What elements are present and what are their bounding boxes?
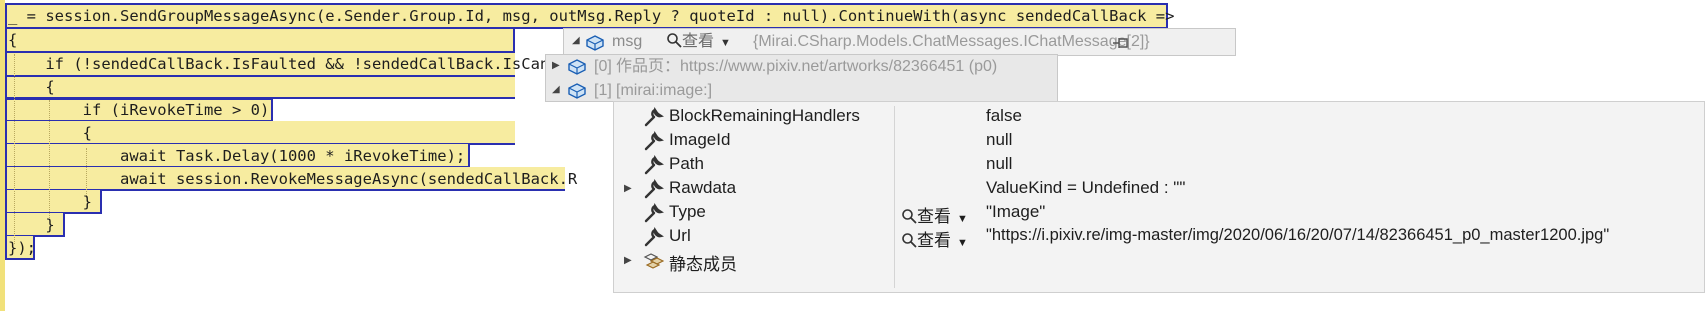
chevron-down-icon[interactable]: ▼ — [957, 237, 968, 249]
magnifier-icon — [667, 33, 682, 48]
view-button[interactable]: 查看 ▼ — [901, 226, 968, 251]
datatip-item[interactable]: ◢ [1] [mirai:image:] — [546, 79, 1059, 103]
wrench-icon — [644, 179, 664, 199]
chevron-down-icon[interactable]: ▼ — [720, 37, 731, 49]
property-name: ImageId — [669, 130, 731, 149]
code-line[interactable]: }); — [8, 236, 36, 260]
property-value[interactable]: ValueKind = Undefined : "" — [986, 178, 1185, 198]
datatip-children: ▶ [0] 作品页：https://www.pixiv.net/artworks… — [545, 54, 1058, 102]
item-index: [0] — [594, 58, 612, 75]
collapse-triangle-icon[interactable]: ◢ — [552, 84, 560, 95]
pin-icon[interactable] — [1112, 35, 1130, 51]
wrench-icon — [644, 155, 664, 175]
property-value[interactable]: "https://i.pixiv.re/img-master/img/2020/… — [986, 226, 1609, 245]
code-line[interactable]: if (!sendedCallBack.IsFaulted && !sended… — [8, 52, 549, 76]
expand-triangle-icon[interactable]: ▶ — [624, 255, 632, 266]
magnifier-icon — [902, 209, 917, 224]
code-line[interactable]: { — [8, 75, 54, 99]
property-value[interactable]: "Image" — [986, 202, 1045, 222]
datatip-item[interactable]: ▶ [0] 作品页：https://www.pixiv.net/artworks… — [546, 55, 1059, 79]
property-name: Url — [669, 226, 691, 245]
property-name: Type — [669, 202, 706, 221]
field-cube-icon — [568, 83, 586, 99]
expand-triangle-icon[interactable]: ▶ — [624, 183, 632, 194]
highlight-line-4 — [5, 77, 515, 99]
datatip-header: ◢ msg 查看 ▼ {Mirai.CSharp.Models.ChatMessa… — [563, 28, 1236, 56]
magnifier-icon — [902, 233, 917, 248]
property-name: BlockRemainingHandlers — [669, 106, 860, 125]
properties-panel: BlockRemainingHandlers false ImageId nul… — [613, 101, 1705, 293]
view-button[interactable]: 查看 ▼ — [901, 202, 968, 227]
highlight-line-2 — [5, 29, 515, 53]
wrench-icon — [644, 227, 664, 247]
code-line[interactable]: { — [8, 28, 17, 52]
view-label: 查看 — [682, 33, 715, 50]
chevron-down-icon[interactable]: ▼ — [957, 213, 968, 225]
code-line[interactable]: if (iRevokeTime > 0) — [8, 98, 270, 122]
view-label: 查看 — [917, 231, 951, 250]
item-index: [1] — [594, 82, 612, 99]
view-button[interactable]: 查看 ▼ — [666, 29, 731, 55]
code-line[interactable]: { — [8, 121, 92, 145]
datatip-type-value: {Mirai.CSharp.Models.ChatMessages.IChatM… — [753, 33, 1150, 50]
expand-triangle-icon[interactable]: ▶ — [552, 60, 560, 71]
datatip-variable-name: msg — [612, 33, 643, 50]
wrench-icon — [644, 203, 664, 223]
static-members-label[interactable]: 静态成员 — [669, 250, 737, 275]
collapse-triangle-icon[interactable]: ◢ — [572, 35, 580, 46]
field-cube-icon — [586, 35, 604, 51]
static-members-icon — [643, 253, 664, 269]
wrench-icon — [644, 131, 664, 151]
property-name: Path — [669, 154, 704, 173]
item-value: 作品页：https://www.pixiv.net/artworks/82366… — [616, 58, 998, 75]
property-name: Rawdata — [669, 178, 737, 197]
field-cube-icon — [568, 59, 586, 75]
code-line[interactable]: _ = session.SendGroupMessageAsync(e.Send… — [8, 4, 1174, 28]
view-label: 查看 — [917, 207, 951, 226]
code-line[interactable]: await Task.Delay(1000 * iRevokeTime); — [8, 144, 465, 168]
column-divider — [894, 106, 895, 288]
property-value[interactable]: null — [986, 154, 1012, 174]
code-line[interactable]: } — [8, 190, 92, 214]
property-value[interactable]: null — [986, 130, 1012, 150]
property-value[interactable]: false — [986, 106, 1022, 126]
wrench-icon — [644, 107, 664, 127]
code-line[interactable]: } — [8, 213, 54, 237]
code-line[interactable]: await session.RevokeMessageAsync(sendedC… — [8, 167, 577, 191]
